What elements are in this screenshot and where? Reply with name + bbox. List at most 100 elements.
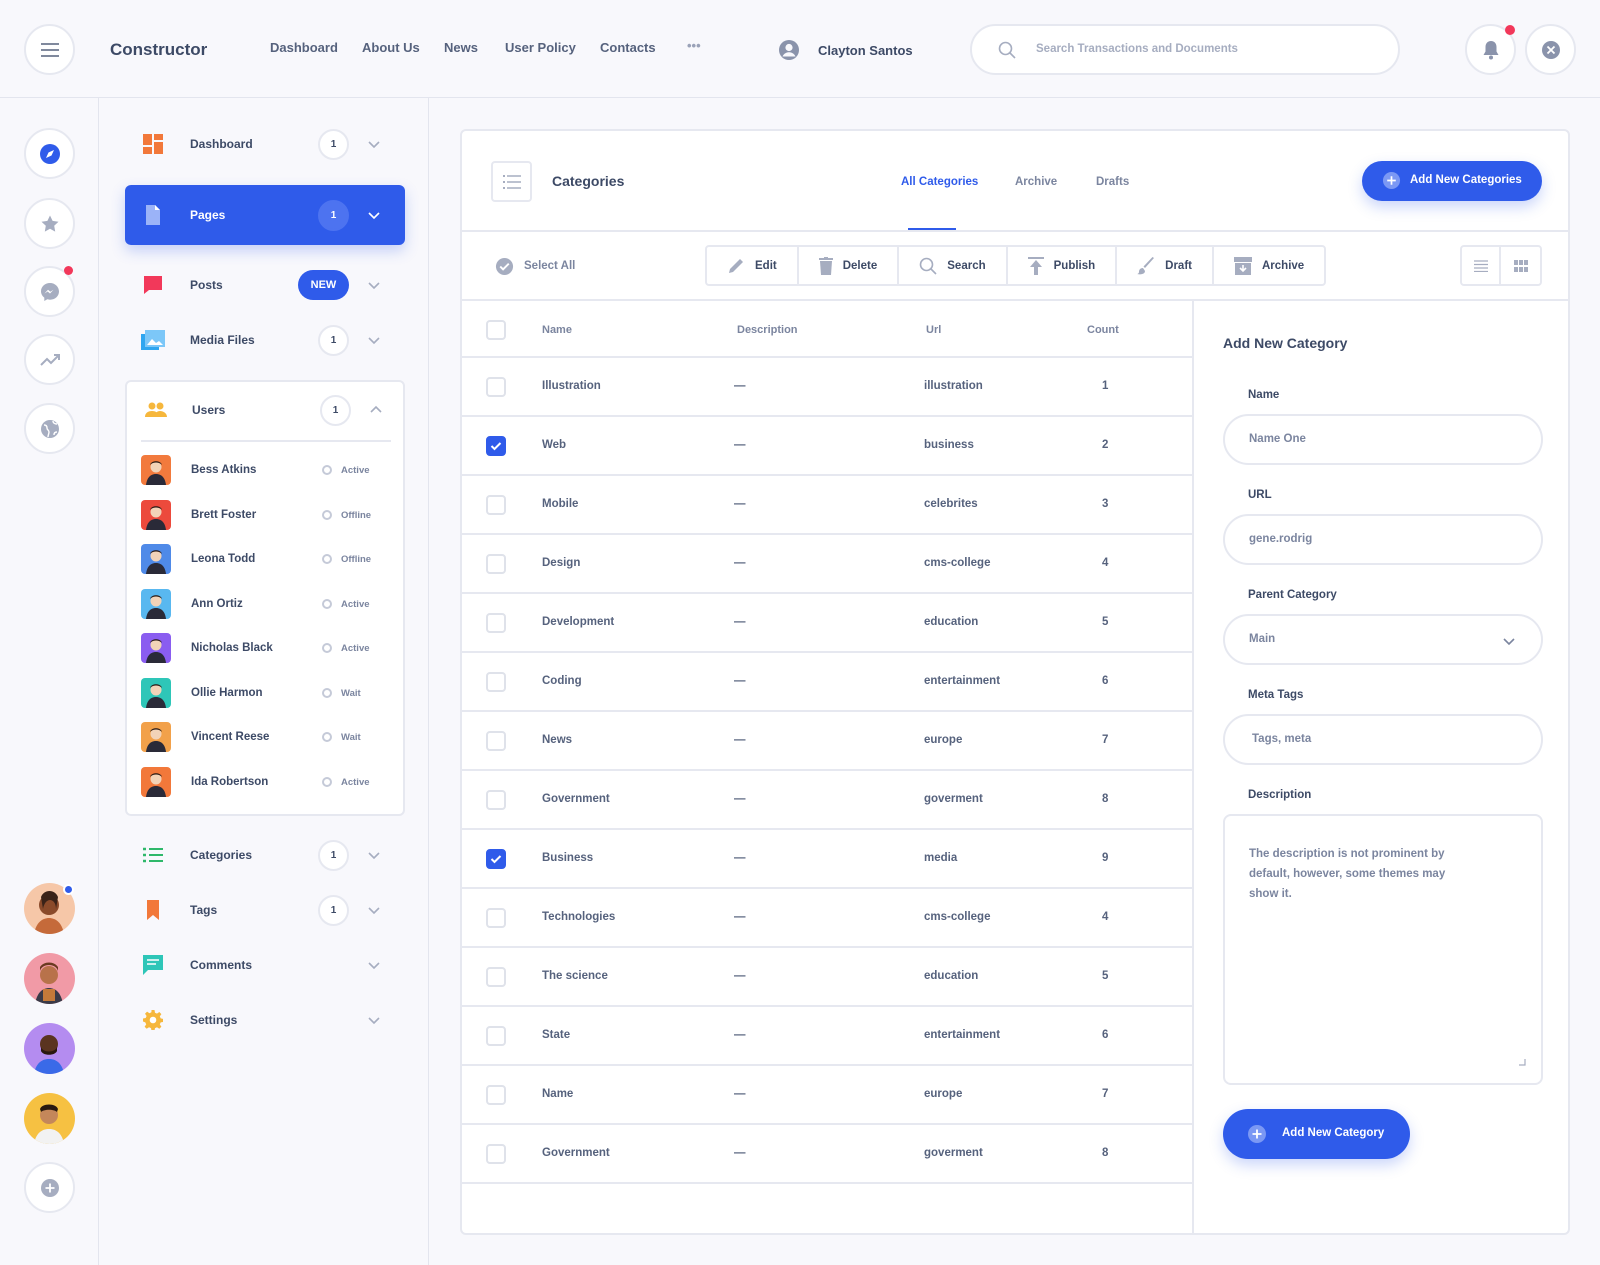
sidebar-item-settings[interactable]: Settings (125, 990, 405, 1050)
url-field[interactable]: gene.rodrig (1223, 514, 1543, 565)
table-row[interactable]: State — entertainment 6 (462, 1005, 1192, 1065)
user-list-item[interactable]: Vincent Reese Wait (141, 721, 391, 753)
status-radio[interactable] (322, 598, 332, 609)
parent-category-select[interactable]: Main (1223, 614, 1543, 665)
chevron-down-icon[interactable] (368, 1014, 380, 1026)
nav-more-button[interactable]: ••• (687, 38, 701, 53)
table-row[interactable]: Design — cms-college 4 (462, 533, 1192, 593)
row-checkbox[interactable] (486, 672, 506, 692)
chevron-down-icon[interactable] (368, 849, 380, 861)
tab-archive[interactable]: Archive (1015, 176, 1057, 188)
sidebar-item-media-files[interactable]: Media Files 1 (125, 310, 405, 370)
list-view-button[interactable] (1462, 247, 1501, 284)
menu-button[interactable] (24, 24, 75, 75)
table-row[interactable]: Web — business 2 (462, 415, 1192, 475)
status-radio[interactable] (322, 776, 332, 787)
tab-all-categories[interactable]: All Categories (901, 176, 978, 188)
chevron-down-icon[interactable] (368, 334, 380, 346)
rail-user-avatar-4[interactable] (24, 1093, 75, 1144)
rail-add-button[interactable] (24, 1162, 75, 1213)
user-list-item[interactable]: Ida Robertson Active (141, 766, 391, 798)
chevron-down-icon[interactable] (368, 904, 380, 916)
row-checkbox[interactable] (486, 908, 506, 928)
resize-handle-icon[interactable] (1518, 1058, 1526, 1066)
sidebar-item-dashboard[interactable]: Dashboard 1 (125, 114, 405, 174)
row-checkbox[interactable] (486, 790, 506, 810)
header-checkbox[interactable] (486, 320, 506, 340)
row-checkbox[interactable] (486, 731, 506, 751)
user-name[interactable]: Clayton Santos (818, 43, 913, 58)
list-view-toggle[interactable] (491, 161, 532, 202)
user-list-item[interactable]: Nicholas Black Active (141, 632, 391, 664)
sidebar-item-posts[interactable]: Posts NEW (125, 255, 405, 315)
add-new-categories-button[interactable]: Add New Categories (1362, 161, 1542, 201)
status-radio[interactable] (322, 643, 332, 653)
user-list-item[interactable]: Brett Foster Offline (141, 499, 391, 531)
sidebar-item-categories[interactable]: Categories 1 (125, 825, 405, 885)
user-list-item[interactable]: Bess Atkins Active (141, 454, 391, 486)
status-radio[interactable] (322, 732, 332, 742)
nav-dashboard[interactable]: Dashboard (270, 40, 338, 55)
delete-button[interactable]: Delete (799, 247, 900, 284)
publish-button[interactable]: Publish (1008, 247, 1118, 284)
rail-user-avatar-3[interactable] (24, 1023, 75, 1074)
close-button[interactable] (1525, 24, 1576, 75)
nav-user-policy[interactable]: User Policy (505, 40, 576, 55)
edit-button[interactable]: Edit (707, 247, 799, 284)
row-checkbox[interactable] (486, 849, 506, 869)
select-all-button[interactable]: Select All (495, 256, 575, 276)
status-radio[interactable] (322, 687, 332, 698)
meta-tags-field[interactable]: Tags, meta (1223, 714, 1543, 765)
nav-news[interactable]: News (444, 40, 478, 55)
table-row[interactable]: Illustration — illustration 1 (462, 356, 1192, 416)
description-textarea[interactable]: The description is not prominent by defa… (1223, 814, 1543, 1085)
tab-drafts[interactable]: Drafts (1096, 176, 1129, 188)
sidebar-item-comments[interactable]: Comments (125, 935, 405, 995)
draft-button[interactable]: Draft (1117, 247, 1214, 284)
search-input[interactable]: Search Transactions and Documents (970, 24, 1400, 75)
nav-about-us[interactable]: About Us (362, 40, 420, 55)
archive-button[interactable]: Archive (1214, 247, 1324, 284)
row-checkbox[interactable] (486, 967, 506, 987)
rail-favorites-button[interactable] (24, 198, 75, 249)
rail-analytics-button[interactable] (24, 334, 75, 385)
search-button[interactable]: Search (899, 247, 1008, 284)
rail-user-avatar-2[interactable] (24, 953, 75, 1004)
chevron-down-icon[interactable] (368, 138, 380, 150)
table-row[interactable]: Development — education 5 (462, 592, 1192, 652)
user-list-item[interactable]: Ollie Harmon Wait (141, 677, 391, 709)
column-header-url[interactable]: Url (926, 324, 941, 336)
status-radio[interactable] (322, 509, 332, 520)
status-radio[interactable] (322, 465, 332, 475)
user-list-item[interactable]: Leona Todd Offline (141, 543, 391, 575)
table-row[interactable]: Coding — entertainment 6 (462, 651, 1192, 711)
row-checkbox[interactable] (486, 1026, 506, 1046)
user-list-item[interactable]: Ann Ortiz Active (141, 588, 391, 620)
row-checkbox[interactable] (486, 613, 506, 633)
chevron-down-icon[interactable] (368, 209, 380, 221)
chevron-up-icon[interactable] (370, 404, 382, 416)
column-header-name[interactable]: Name (542, 324, 572, 336)
table-row[interactable]: Government — goverment 8 (462, 1123, 1192, 1183)
column-header-description[interactable]: Description (737, 324, 798, 336)
name-field[interactable]: Name One (1223, 414, 1543, 465)
table-row[interactable]: The science — education 5 (462, 946, 1192, 1006)
table-row[interactable]: Technologies — cms-college 4 (462, 887, 1192, 947)
rail-explore-button[interactable] (24, 128, 75, 179)
table-row[interactable]: Name — europe 7 (462, 1064, 1192, 1124)
sidebar-item-tags[interactable]: Tags 1 (125, 880, 405, 940)
status-radio[interactable] (322, 554, 332, 564)
row-checkbox[interactable] (486, 377, 506, 397)
rail-globe-button[interactable] (24, 403, 75, 454)
chevron-down-icon[interactable] (368, 959, 380, 971)
row-checkbox[interactable] (486, 436, 506, 456)
row-checkbox[interactable] (486, 495, 506, 515)
add-new-category-button[interactable]: Add New Category (1223, 1109, 1410, 1159)
table-row[interactable]: Government — goverment 8 (462, 769, 1192, 829)
sidebar-item-users[interactable]: Users 1 (127, 380, 403, 440)
grid-view-button[interactable] (1501, 247, 1540, 284)
column-header-count[interactable]: Count (1087, 324, 1119, 336)
sidebar-item-pages[interactable]: Pages 1 (125, 185, 405, 245)
row-checkbox[interactable] (486, 554, 506, 574)
table-row[interactable]: Mobile — celebrites 3 (462, 474, 1192, 534)
